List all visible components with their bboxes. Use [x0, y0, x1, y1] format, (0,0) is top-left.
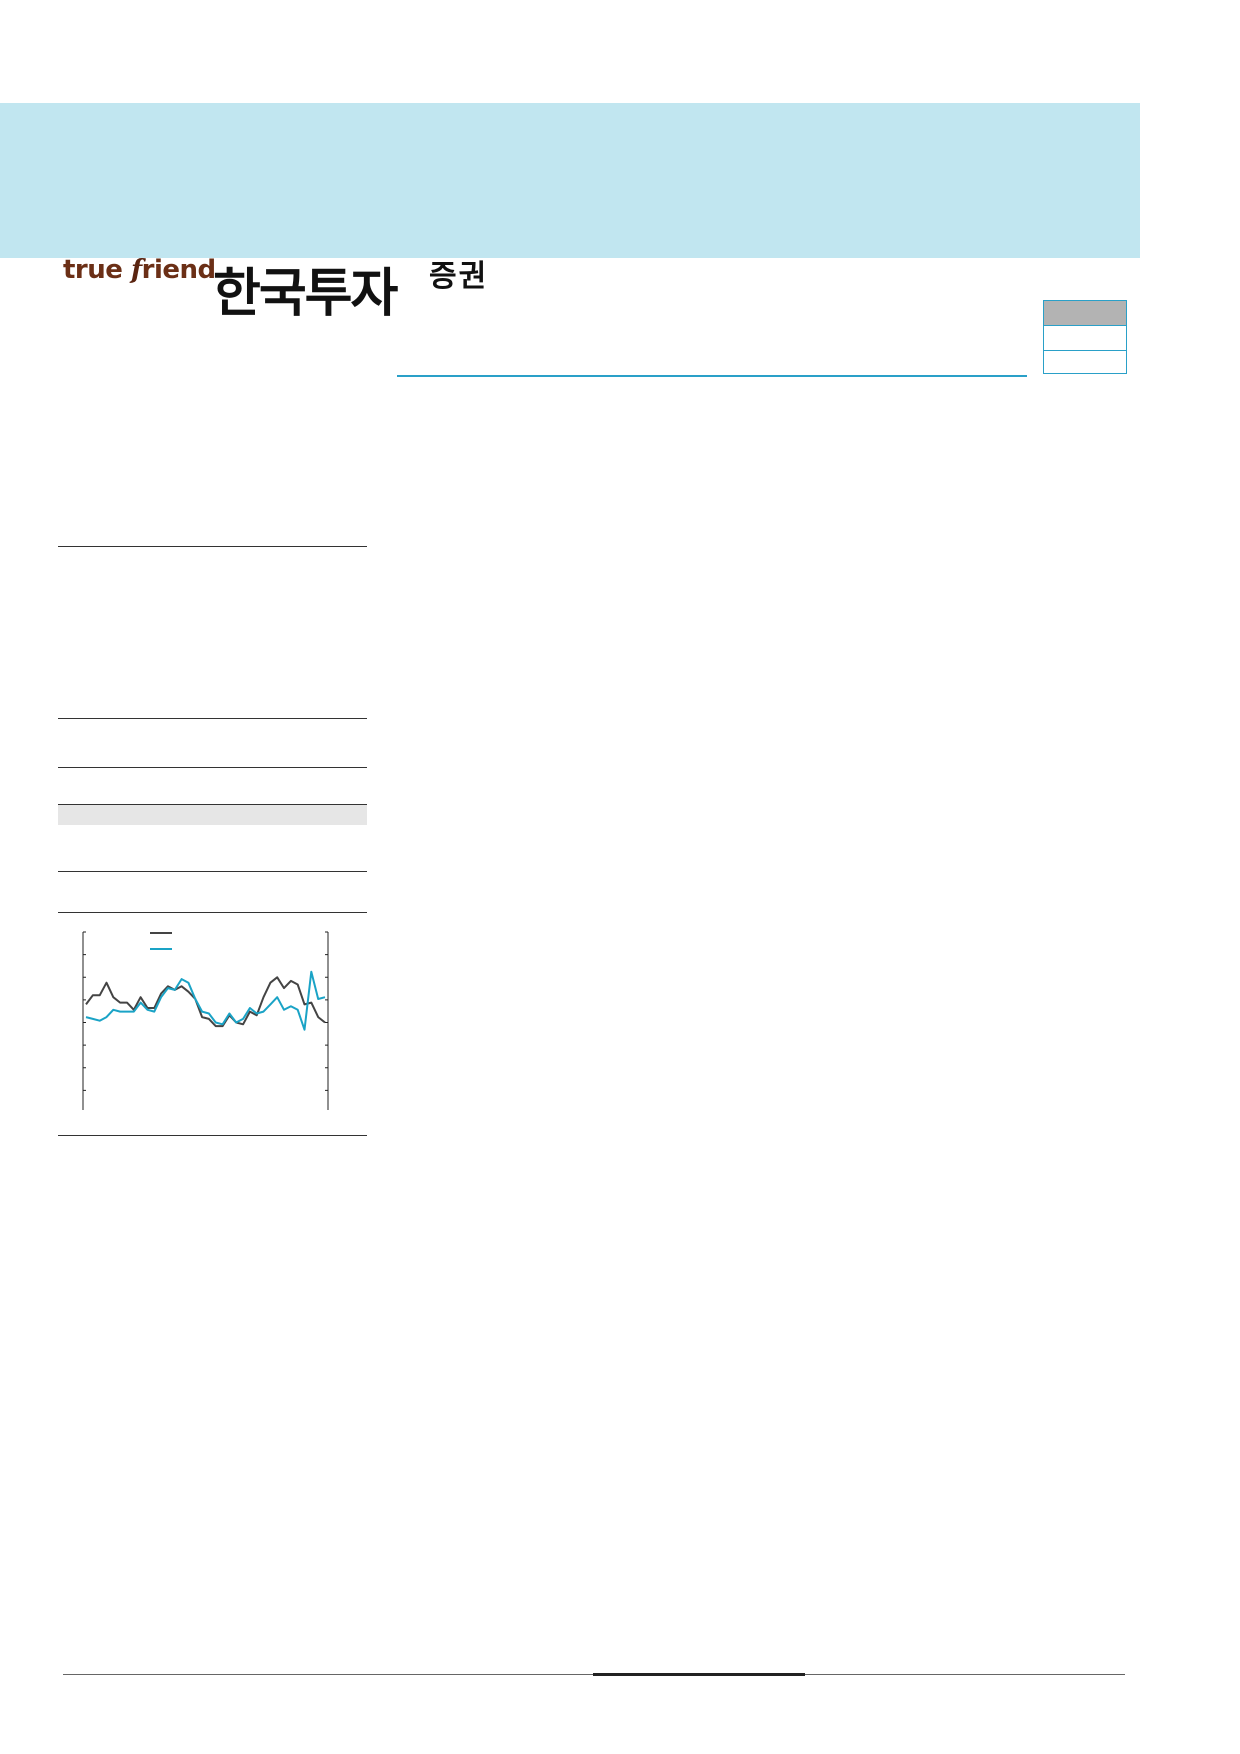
rating-box-header [1044, 301, 1126, 326]
footer-rule-accent [593, 1673, 805, 1676]
title-underline [397, 375, 1027, 377]
series-line-1 [85, 976, 326, 1028]
chart-canvas [82, 931, 329, 1110]
logo-english-wordmark: true friend [63, 255, 216, 285]
logo-korean-subword: 증권 [429, 259, 489, 294]
sidebar-divider [58, 871, 367, 872]
sidebar-table-header-shade [58, 805, 367, 825]
sidebar-divider [58, 767, 367, 768]
rating-box-row [1044, 351, 1126, 375]
logo-en-suffix: riend [141, 255, 217, 285]
logo-korean-wordmark: 한국투자 [213, 264, 398, 324]
sidebar-divider [58, 718, 367, 719]
header-band: true friend 한국투자 증권 [0, 103, 1140, 324]
sidebar-divider [58, 912, 367, 913]
logo-en-mark: f [130, 255, 142, 285]
rating-box-row [1044, 326, 1126, 351]
logo-en-prefix: true [63, 255, 131, 285]
sidebar-divider [58, 1135, 367, 1136]
rating-box [1043, 300, 1127, 374]
series-line-2 [85, 970, 326, 1031]
stock-price-chart [58, 920, 367, 1110]
sidebar-divider [58, 546, 367, 547]
